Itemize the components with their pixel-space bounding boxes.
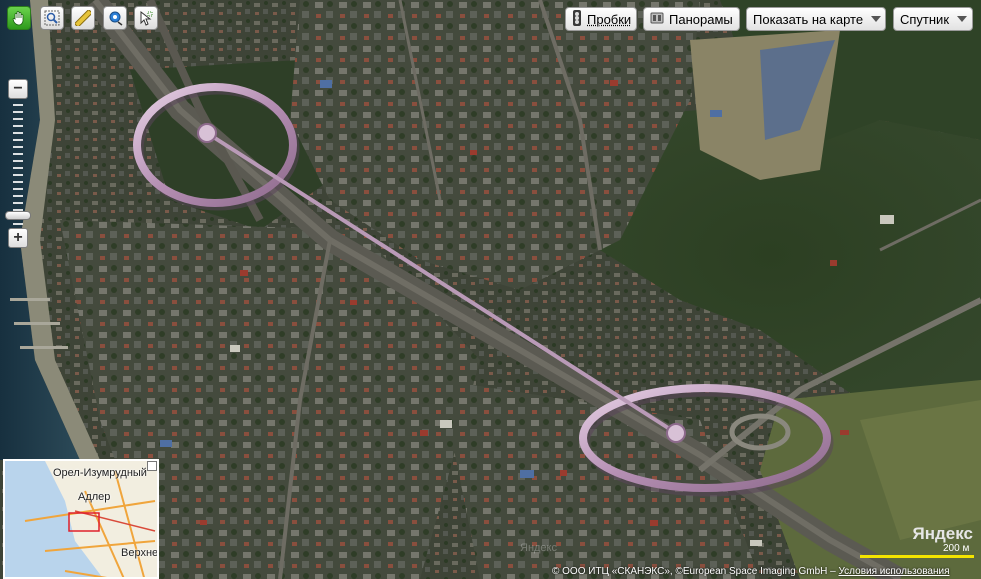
minimap-label-verkhne: Верхне [121, 547, 159, 559]
measure-point-start[interactable] [197, 123, 217, 143]
show-on-map-dropdown[interactable]: Показать на карте [746, 7, 886, 31]
zoom-tick [13, 146, 23, 148]
zoom-out-button[interactable]: − [8, 79, 28, 99]
magnifier-tool-button[interactable] [40, 6, 64, 30]
magnifier-icon [44, 10, 60, 26]
chevron-down-icon [871, 16, 882, 22]
zoom-tick [13, 174, 23, 176]
hand-icon [12, 11, 24, 26]
zoom-tick [13, 118, 23, 120]
hand-tool-button[interactable] [7, 6, 31, 30]
panorama-icon [650, 11, 664, 28]
zoom-in-button[interactable]: + [8, 228, 28, 248]
ruler-tool-button[interactable] [71, 6, 95, 30]
zoom-tick [13, 153, 23, 155]
map-type-label: Спутник [900, 11, 950, 27]
zoom-tick [13, 132, 23, 134]
scale-label: 200 м [943, 543, 970, 554]
zoom-tick [13, 160, 23, 162]
panoramas-button[interactable]: Панорамы [643, 7, 740, 31]
copyright: © ООО ИТЦ «СКАНЭКС», ©European Space Ima… [552, 566, 950, 577]
traffic-button[interactable]: Пробки [565, 7, 637, 31]
map-watermark: Яндекс [520, 542, 557, 554]
traffic-light-icon [572, 9, 582, 29]
scale-bar [860, 555, 974, 558]
chevron-down-icon [957, 16, 968, 22]
zoom-tick [13, 202, 23, 204]
zoom-slider-handle[interactable] [5, 210, 31, 220]
ruler-icon [75, 10, 91, 26]
minimap-label-orel: Орел-Изумрудный [53, 467, 147, 479]
zoom-tick [13, 111, 23, 113]
route-tool-button[interactable] [103, 6, 127, 30]
plus-icon: + [13, 229, 23, 246]
pointer-icon [140, 10, 153, 26]
zoom-tick [13, 125, 23, 127]
copyright-text: © ООО ИТЦ «СКАНЭКС», ©European Space Ima… [552, 566, 836, 577]
pointer-tool-button[interactable] [134, 6, 158, 30]
minimap-collapse-icon[interactable] [147, 461, 157, 471]
zoom-tick [13, 167, 23, 169]
route-icon [109, 11, 123, 26]
overview-minimap[interactable]: Орел-Изумрудный Адлер Верхне [3, 459, 159, 579]
minus-icon: − [13, 80, 23, 97]
map-type-dropdown[interactable]: Спутник [893, 7, 973, 31]
show-on-map-label: Показать на карте [753, 11, 864, 27]
measure-point-end[interactable] [666, 423, 686, 443]
minimap-label-adler: Адлер [78, 491, 111, 503]
zoom-tick [13, 223, 23, 225]
zoom-tick [13, 104, 23, 106]
terms-link[interactable]: Условия использования [839, 566, 950, 577]
zoom-tick [13, 139, 23, 141]
zoom-tick [13, 195, 23, 197]
yandex-logo[interactable]: Яндекс [913, 524, 973, 544]
zoom-tick [13, 188, 23, 190]
panoramas-label: Панорамы [669, 11, 733, 27]
zoom-tick [13, 181, 23, 183]
traffic-label: Пробки [587, 11, 632, 27]
satellite-map[interactable]: Яндекс Пробки Панорамы Показать на карте… [0, 0, 981, 579]
